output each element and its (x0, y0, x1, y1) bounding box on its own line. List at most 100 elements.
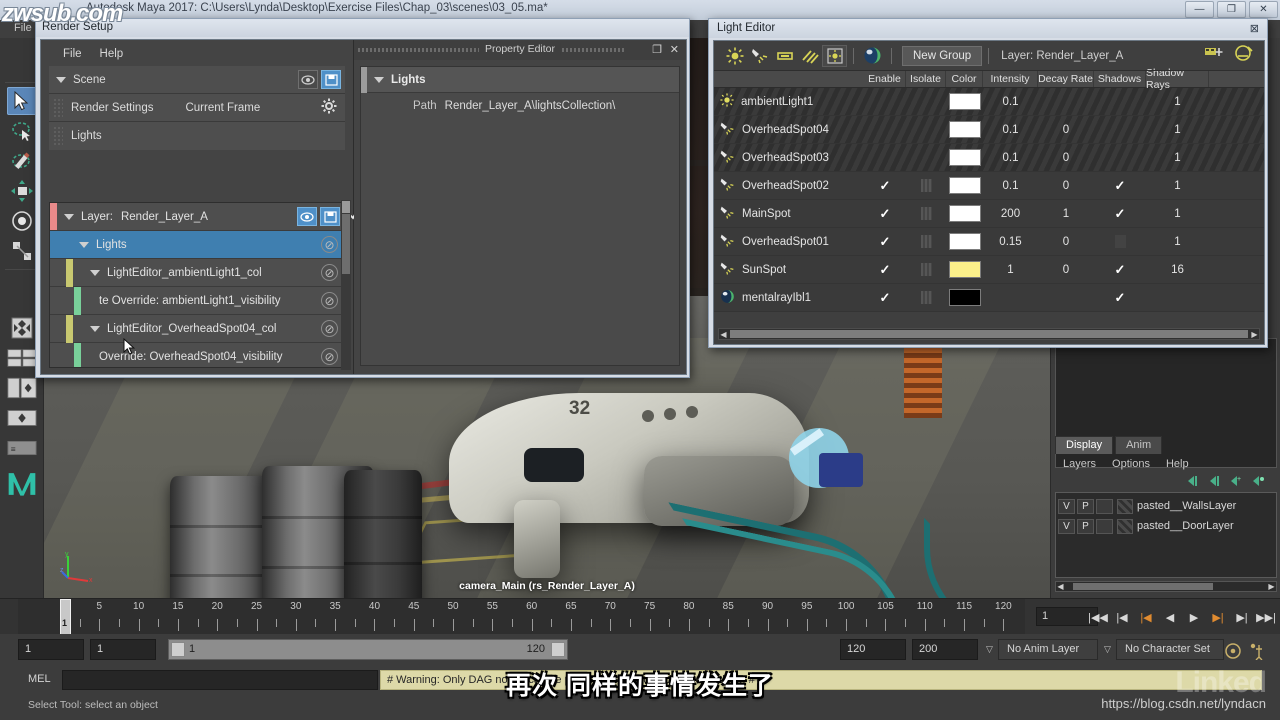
decay-rate-value[interactable]: 0 (1038, 236, 1094, 248)
intensity-value[interactable]: 0.15 (983, 236, 1038, 248)
volume-light-icon[interactable] (822, 44, 847, 67)
lasso-select-icon[interactable] (7, 117, 37, 145)
scene-visibility-icon[interactable] (298, 70, 318, 89)
enable-checkbox[interactable]: ✓ (864, 206, 906, 222)
light-row[interactable]: OverheadSpot02 ✓ 0.1 0 ✓ 1 (714, 172, 1264, 200)
shadow-rays-value[interactable]: 1 (1146, 208, 1209, 220)
image-based-light-icon[interactable] (860, 45, 885, 67)
isolate-checkbox[interactable] (906, 179, 946, 192)
scroll-left-icon[interactable]: ◀ (1056, 582, 1065, 591)
list-item[interactable]: V P pasted__WallsLayer (1058, 496, 1274, 516)
shadows-checkbox[interactable] (1094, 235, 1146, 248)
character-set-caret-icon[interactable]: ▽ (1104, 644, 1111, 655)
light-editor-close-icon[interactable]: ⊠ (1250, 22, 1259, 35)
anim-start-field[interactable]: 1 (90, 639, 156, 660)
shadow-rays-value[interactable]: 16 (1146, 264, 1209, 276)
chevron-down-icon[interactable] (79, 241, 89, 248)
disable-collection-icon[interactable]: ⊘ (321, 264, 338, 281)
decay-rate-value[interactable]: 0 (1038, 152, 1094, 164)
panel-close-icon[interactable]: ✕ (670, 43, 679, 56)
tab-display[interactable]: Display (1055, 436, 1114, 454)
color-swatch[interactable] (946, 149, 983, 166)
light-row[interactable]: OverheadSpot01 ✓ 0.15 0 1 (714, 228, 1264, 256)
scale-tool-icon[interactable] (7, 237, 37, 265)
tree-row-override[interactable]: Override: OverheadSpot04_visibility ⊘ (50, 342, 344, 367)
scroll-right-icon[interactable]: ▶ (1267, 582, 1276, 591)
light-row[interactable]: ambientLight1 0.1 1 (714, 88, 1264, 116)
column-header-shadow-rays[interactable]: Shadow Rays (1146, 67, 1209, 91)
disable-collection-icon[interactable]: ⊘ (321, 236, 338, 253)
anim-layer-dropdown[interactable]: No Anim Layer (998, 639, 1098, 660)
select-tool-icon[interactable] (6, 87, 37, 115)
tree-row-override[interactable]: te Override: ambientLight1_visibility ⊘ (50, 286, 344, 315)
range-end-field[interactable]: 120 (840, 639, 906, 660)
list-item[interactable]: V P pasted__DoorLayer (1058, 516, 1274, 536)
layer-playback-toggle[interactable]: P (1077, 518, 1094, 534)
layer-visibility-toggle[interactable]: V (1058, 518, 1075, 534)
play-backwards-button[interactable]: ◀ (1160, 607, 1180, 627)
new-group-button[interactable]: New Group (902, 45, 983, 66)
column-header-isolate[interactable]: Isolate (906, 71, 946, 87)
paint-select-icon[interactable] (7, 147, 37, 175)
lights-row[interactable]: Lights (49, 122, 345, 150)
layer-playback-toggle[interactable]: P (1077, 498, 1094, 514)
play-forwards-button[interactable]: ▶ (1184, 607, 1204, 627)
tree-scrollbar[interactable] (341, 200, 351, 370)
chevron-down-icon[interactable] (374, 76, 384, 83)
new-layer-from-selected-icon[interactable] (1251, 474, 1265, 490)
layer-list-scrollbar[interactable]: ◀ ▶ (1055, 581, 1277, 592)
time-slider-ticks[interactable]: 5 10 15 20 25 30 35 40 45 50 55 60 65 70 75 80 85 90 95 100… (18, 599, 1025, 635)
column-header-decay-rate[interactable]: Decay Rate (1038, 71, 1094, 87)
color-swatch[interactable] (946, 177, 983, 194)
color-swatch[interactable] (946, 205, 983, 222)
layer-color-swatch[interactable] (1117, 498, 1133, 514)
enable-checkbox[interactable]: ✓ (864, 178, 906, 194)
chevron-down-icon[interactable] (56, 76, 66, 83)
intensity-value[interactable]: 0.1 (983, 152, 1038, 164)
column-header-intensity[interactable]: Intensity (983, 71, 1038, 87)
layer-display-type[interactable] (1096, 498, 1113, 514)
go-to-end-button[interactable]: ▶▶| (1256, 607, 1276, 627)
intensity-value[interactable]: 0.1 (983, 180, 1038, 192)
animation-preferences-icon[interactable] (1224, 642, 1242, 665)
shadow-rays-value[interactable]: 1 (1146, 124, 1209, 136)
disable-collection-icon[interactable]: ⊘ (321, 320, 338, 337)
chevron-down-icon[interactable] (90, 269, 100, 276)
light-row[interactable]: OverheadSpot03 0.1 0 1 (714, 144, 1264, 172)
shadow-rays-value[interactable]: 1 (1146, 236, 1209, 248)
layer-visibility-icon[interactable] (297, 207, 317, 226)
menu-help[interactable]: Help (100, 48, 124, 60)
close-button[interactable]: ✕ (1249, 1, 1278, 18)
scroll-right-icon[interactable]: ▶ (1250, 330, 1259, 339)
intensity-value[interactable]: 1 (983, 264, 1038, 276)
time-slider-playhead[interactable]: 1 (60, 599, 71, 635)
menu-layers[interactable]: Layers (1063, 458, 1096, 470)
color-swatch[interactable] (946, 261, 983, 278)
drag-grip-icon[interactable] (53, 126, 63, 146)
property-collection-header[interactable]: Lights (361, 66, 679, 93)
decay-rate-value[interactable]: 1 (1038, 208, 1094, 220)
range-start-field[interactable]: 1 (18, 639, 84, 660)
scrollbar-thumb[interactable] (342, 214, 350, 274)
character-set-options-icon[interactable] (1248, 642, 1266, 665)
step-forward-frame-button[interactable]: ▶| (1208, 607, 1228, 627)
shadow-rays-value[interactable]: 1 (1146, 152, 1209, 164)
display-layer-list[interactable]: V P pasted__WallsLayer V P pasted__DoorL… (1055, 492, 1277, 578)
light-row[interactable]: SunSpot ✓ 1 0 ✓ 16 (714, 256, 1264, 284)
gear-icon[interactable] (321, 98, 337, 117)
character-set-dropdown[interactable]: No Character Set (1116, 639, 1224, 660)
shadows-checkbox[interactable]: ✓ (1094, 178, 1146, 194)
move-tool-icon[interactable] (7, 177, 37, 205)
light-table-rows[interactable]: ambientLight1 0.1 1 OverheadSpot04 0.1 0 1 Over… (714, 88, 1264, 312)
render-setup-window[interactable]: Render Setup File Help Scene Render Sett… (35, 18, 690, 378)
shadows-checkbox[interactable]: ✓ (1094, 206, 1146, 222)
four-view-layout-icon[interactable] (7, 314, 37, 342)
layer-color-swatch[interactable] (1117, 518, 1133, 534)
enable-checkbox[interactable]: ✓ (864, 262, 906, 278)
isolate-checkbox[interactable] (906, 291, 946, 304)
scene-render-settings-icon[interactable] (321, 70, 341, 89)
hypergraph-layout-icon[interactable] (6, 404, 37, 432)
isolate-checkbox[interactable] (906, 263, 946, 276)
render-layer-row[interactable]: Layer: Render_Layer_A (50, 203, 344, 231)
intensity-value[interactable]: 0.1 (983, 96, 1038, 108)
